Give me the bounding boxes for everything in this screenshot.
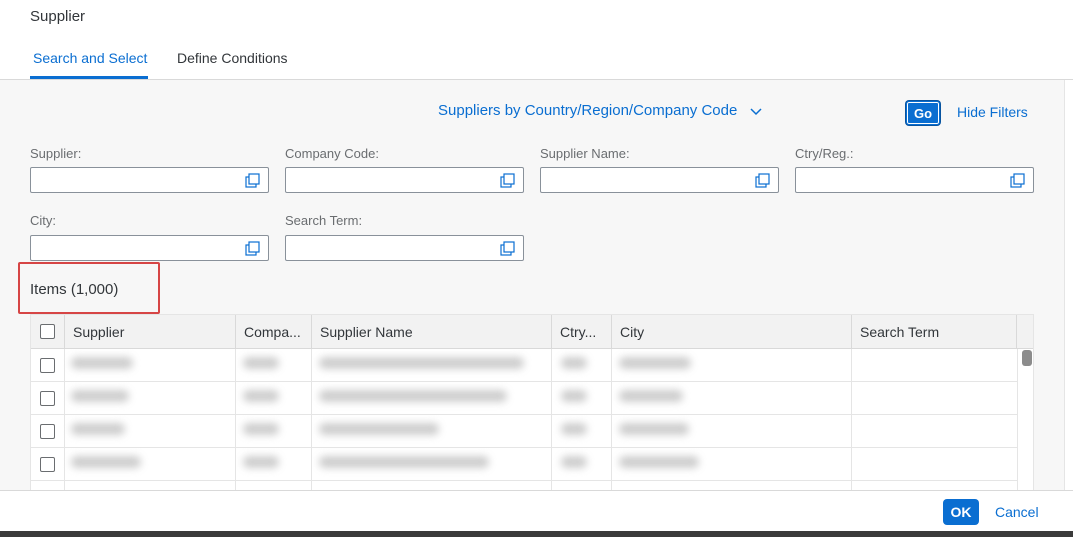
- redacted-cell: [561, 456, 587, 468]
- redacted-cell: [319, 390, 507, 402]
- scrollbar-thumb[interactable]: [1022, 350, 1032, 366]
- table-row[interactable]: [31, 415, 1017, 448]
- active-tab-indicator: [30, 76, 148, 79]
- redacted-cell: [71, 357, 133, 369]
- table-scrollbar[interactable]: [1017, 349, 1033, 490]
- redacted-cell: [319, 456, 489, 468]
- dialog-header: Supplier Search and Select Define Condit…: [0, 0, 1073, 80]
- table-header: Supplier Compa... Supplier Name Ctry... …: [31, 315, 1033, 349]
- supplier-field-label: Supplier:: [30, 146, 82, 161]
- highlight-annotation: [18, 262, 160, 314]
- dialog-content: Suppliers by Country/Region/Company Code…: [0, 80, 1064, 490]
- table-row[interactable]: [31, 349, 1017, 382]
- select-all-checkbox[interactable]: [40, 324, 55, 339]
- company-code-input[interactable]: [285, 167, 524, 193]
- select-all-cell: [31, 315, 65, 349]
- city-input[interactable]: [30, 235, 269, 261]
- column-header-company-code[interactable]: Compa...: [236, 315, 312, 349]
- supplier-name-input[interactable]: [540, 167, 779, 193]
- results-table: Supplier Compa... Supplier Name Ctry... …: [30, 314, 1034, 490]
- redacted-cell: [71, 423, 125, 435]
- company-code-field-label: Company Code:: [285, 146, 379, 161]
- go-button[interactable]: Go: [906, 101, 940, 125]
- table-row[interactable]: [31, 448, 1017, 481]
- redacted-cell: [243, 456, 279, 468]
- variant-selector[interactable]: Suppliers by Country/Region/Company Code: [438, 102, 763, 119]
- dialog-footer: OK Cancel: [0, 490, 1073, 531]
- value-help-icon[interactable]: [500, 173, 515, 188]
- cancel-button[interactable]: Cancel: [995, 504, 1039, 520]
- value-help-icon[interactable]: [245, 241, 260, 256]
- dialog-scrollbar[interactable]: [1064, 80, 1073, 490]
- value-help-icon[interactable]: [1010, 173, 1025, 188]
- search-term-input[interactable]: [285, 235, 524, 261]
- country-region-field-label: Ctry/Reg.:: [795, 146, 854, 161]
- column-header-supplier[interactable]: Supplier: [65, 315, 236, 349]
- search-term-field-label: Search Term:: [285, 213, 363, 228]
- redacted-cell: [561, 423, 587, 435]
- value-help-icon[interactable]: [755, 173, 770, 188]
- redacted-cell: [71, 390, 129, 402]
- dialog-title: Supplier: [30, 8, 86, 25]
- column-header-city[interactable]: City: [612, 315, 852, 349]
- ok-button[interactable]: OK: [943, 499, 979, 525]
- column-header-search-term[interactable]: Search Term: [852, 315, 1017, 349]
- tab-define-conditions[interactable]: Define Conditions: [177, 50, 288, 66]
- redacted-cell: [319, 423, 439, 435]
- country-region-input[interactable]: [795, 167, 1034, 193]
- redacted-cell: [319, 357, 524, 369]
- redacted-cell: [619, 390, 683, 402]
- tab-search-and-select[interactable]: Search and Select: [33, 50, 147, 66]
- redacted-cell: [619, 357, 691, 369]
- value-help-icon[interactable]: [245, 173, 260, 188]
- value-help-icon[interactable]: [500, 241, 515, 256]
- supplier-name-field-label: Supplier Name:: [540, 146, 630, 161]
- variant-label: Suppliers by Country/Region/Company Code: [438, 102, 738, 119]
- table-row[interactable]: [31, 481, 1017, 490]
- redacted-cell: [619, 423, 689, 435]
- column-header-country-region[interactable]: Ctry...: [552, 315, 612, 349]
- table-row[interactable]: [31, 382, 1017, 415]
- redacted-cell: [619, 456, 699, 468]
- redacted-cell: [561, 390, 587, 402]
- city-field-label: City:: [30, 213, 56, 228]
- hide-filters-button[interactable]: Hide Filters: [957, 104, 1028, 120]
- redacted-cell: [243, 423, 279, 435]
- redacted-cell: [243, 390, 279, 402]
- header-scroll-spacer: [1017, 315, 1033, 349]
- chevron-down-icon: [750, 107, 762, 115]
- column-header-supplier-name[interactable]: Supplier Name: [312, 315, 552, 349]
- window-bottom-edge: [0, 531, 1073, 537]
- supplier-input[interactable]: [30, 167, 269, 193]
- redacted-cell: [561, 357, 587, 369]
- redacted-cell: [71, 456, 141, 468]
- redacted-cell: [243, 357, 279, 369]
